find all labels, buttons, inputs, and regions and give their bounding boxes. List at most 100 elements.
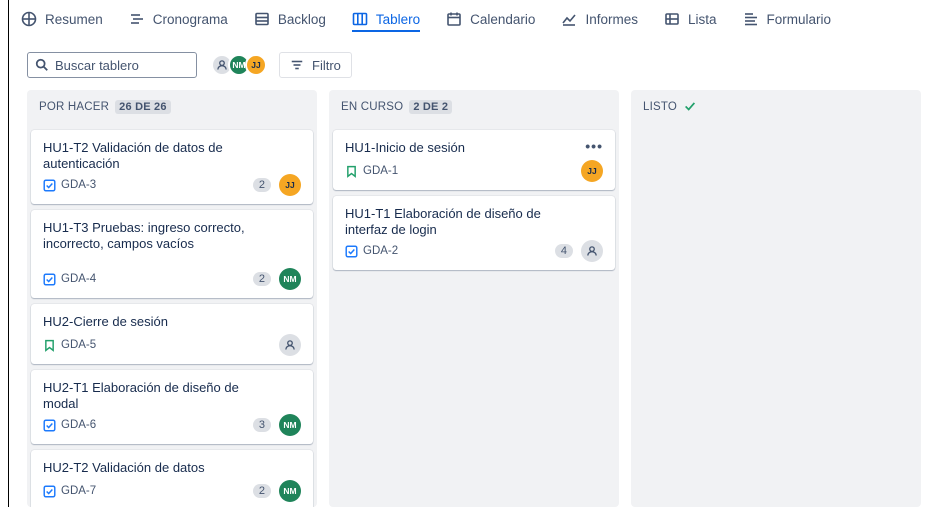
card-meta: 2 NM (252, 268, 301, 290)
story-points-badge: 2 (252, 178, 271, 192)
column-header: LISTO (631, 90, 921, 124)
globe-icon (21, 11, 37, 27)
issue-card[interactable]: HU1-T3 Pruebas: ingreso correcto, incorr… (31, 210, 313, 298)
tab-resumen[interactable]: Resumen (21, 0, 103, 38)
issue-card[interactable]: HU1-Inicio de sesión ••• GDA-1 JJ (333, 130, 615, 190)
tab-label: Formulario (766, 11, 832, 27)
search-icon (35, 58, 48, 71)
issue-card[interactable]: HU2-T2 Validación de datos GDA-7 2 NM (31, 450, 313, 507)
task-checkbox-icon (43, 178, 56, 192)
assignee-avatar[interactable]: JJ (279, 174, 301, 196)
column-por-hacer: POR HACER 26 DE 26 HU1-T2 Validación de … (27, 90, 317, 507)
chart-icon (562, 14, 577, 26)
tab-backlog[interactable]: Backlog (254, 0, 326, 38)
card-footer: GDA-6 3 NM (43, 414, 301, 436)
issue-key: GDA-5 (43, 339, 96, 352)
tab-tablero[interactable]: Tablero (351, 0, 421, 38)
person-icon (587, 246, 597, 256)
column-listo: LISTO (631, 90, 921, 507)
tab-label: Lista (687, 11, 717, 27)
filter-icon (291, 60, 303, 70)
task-checkbox-icon (345, 244, 358, 258)
task-checkbox-icon (43, 418, 56, 432)
tab-calendario[interactable]: Calendario (446, 0, 535, 38)
assignee-avatar[interactable]: NM (279, 268, 301, 290)
tab-cronograma[interactable]: Cronograma (129, 0, 228, 38)
issue-card[interactable]: HU2-T1 Elaboración de diseño de modal GD… (31, 370, 313, 444)
filter-button[interactable]: Filtro (279, 52, 352, 78)
card-meta: 3 NM (252, 414, 301, 436)
card-footer: GDA-4 2 NM (43, 268, 301, 290)
assignee-avatar[interactable]: NM (279, 414, 301, 436)
card-meta: JJ (581, 160, 603, 182)
filter-label: Filtro (312, 57, 341, 73)
avatar-jj[interactable]: JJ (245, 54, 267, 76)
tab-label: Backlog (277, 11, 326, 27)
search-placeholder: Buscar tablero (55, 57, 139, 73)
search-input[interactable]: Buscar tablero (27, 52, 197, 78)
story-bookmark-icon (45, 339, 54, 352)
card-meta: 2 JJ (252, 174, 301, 196)
column-title: POR HACER (39, 101, 110, 113)
column-title: EN CURSO (341, 101, 404, 113)
person-icon (217, 60, 227, 70)
card-title: HU2-Cierre de sesión (43, 314, 168, 329)
unassigned-avatar[interactable] (581, 240, 603, 262)
board-toolbar: Buscar tablero NM JJ Filtro (27, 52, 352, 78)
issue-key-text: GDA-5 (61, 339, 97, 351)
calendar-icon (447, 12, 461, 26)
backlog-icon (255, 12, 269, 26)
card-meta (279, 334, 301, 356)
card-title: HU1-T1 Elaboración de diseño de interfaz… (345, 206, 541, 237)
issue-card[interactable]: HU2-Cierre de sesión GDA-5 (31, 304, 313, 364)
column-count: 26 DE 26 (115, 100, 171, 114)
tab-lista[interactable]: Lista (664, 0, 717, 38)
card-title: HU2-T2 Validación de datos (43, 460, 205, 475)
tab-informes[interactable]: Informes (561, 0, 638, 38)
story-points-badge: 3 (252, 418, 271, 432)
issue-key-text: GDA-2 (363, 245, 399, 257)
tab-formulario[interactable]: Formulario (743, 0, 832, 38)
tab-label: Informes (585, 11, 638, 27)
story-points-badge: 2 (252, 484, 271, 498)
person-icon (285, 340, 295, 350)
tab-label: Tablero (375, 11, 421, 27)
assignee-avatar[interactable]: JJ (581, 160, 603, 182)
unassigned-avatar[interactable] (279, 334, 301, 356)
timeline-icon (130, 14, 143, 24)
issue-card[interactable]: HU1-T1 Elaboración de diseño de interfaz… (333, 196, 615, 270)
app-frame: Resumen Cronograma Backlog Tablero Calen… (8, 0, 932, 507)
card-footer: GDA-3 2 JJ (43, 174, 301, 196)
project-tabs: Resumen Cronograma Backlog Tablero Calen… (9, 0, 932, 38)
issue-key: GDA-3 (43, 178, 97, 192)
avatar-filter-group: NM JJ (211, 54, 267, 76)
tab-label: Cronograma (152, 11, 228, 27)
column-count: 2 DE 2 (409, 100, 453, 114)
done-check-icon (683, 99, 697, 116)
story-points-badge: 2 (252, 272, 271, 286)
column-en-curso: EN CURSO 2 DE 2 HU1-Inicio de sesión •••… (329, 90, 619, 507)
card-title: HU1-T2 Validación de datos de autenticac… (43, 140, 223, 171)
task-checkbox-icon (43, 272, 56, 286)
card-footer: GDA-1 JJ (345, 160, 603, 182)
card-meta: 2 NM (252, 480, 301, 502)
column-header: POR HACER 26 DE 26 (27, 90, 317, 124)
issue-key-text: GDA-3 (61, 179, 97, 191)
assignee-avatar[interactable]: NM (279, 480, 301, 502)
column-title: LISTO (643, 101, 678, 113)
tab-label: Resumen (45, 11, 103, 27)
more-actions-button[interactable]: ••• (585, 138, 603, 154)
issue-key: GDA-2 (345, 244, 399, 258)
card-meta: 4 (554, 240, 603, 262)
card-footer: GDA-7 2 NM (43, 480, 301, 502)
issue-key-text: GDA-6 (61, 419, 97, 431)
issue-card[interactable]: HU1-T2 Validación de datos de autenticac… (31, 130, 313, 204)
issue-key: GDA-1 (345, 165, 398, 178)
issue-key-text: GDA-1 (363, 165, 399, 177)
form-icon (744, 13, 757, 26)
card-title: HU1-Inicio de sesión (345, 140, 465, 155)
card-title: HU2-T1 Elaboración de diseño de modal (43, 380, 239, 411)
tab-label: Calendario (470, 11, 536, 27)
card-title: HU1-T3 Pruebas: ingreso correcto, incorr… (43, 220, 245, 251)
issue-key-text: GDA-4 (61, 273, 97, 285)
